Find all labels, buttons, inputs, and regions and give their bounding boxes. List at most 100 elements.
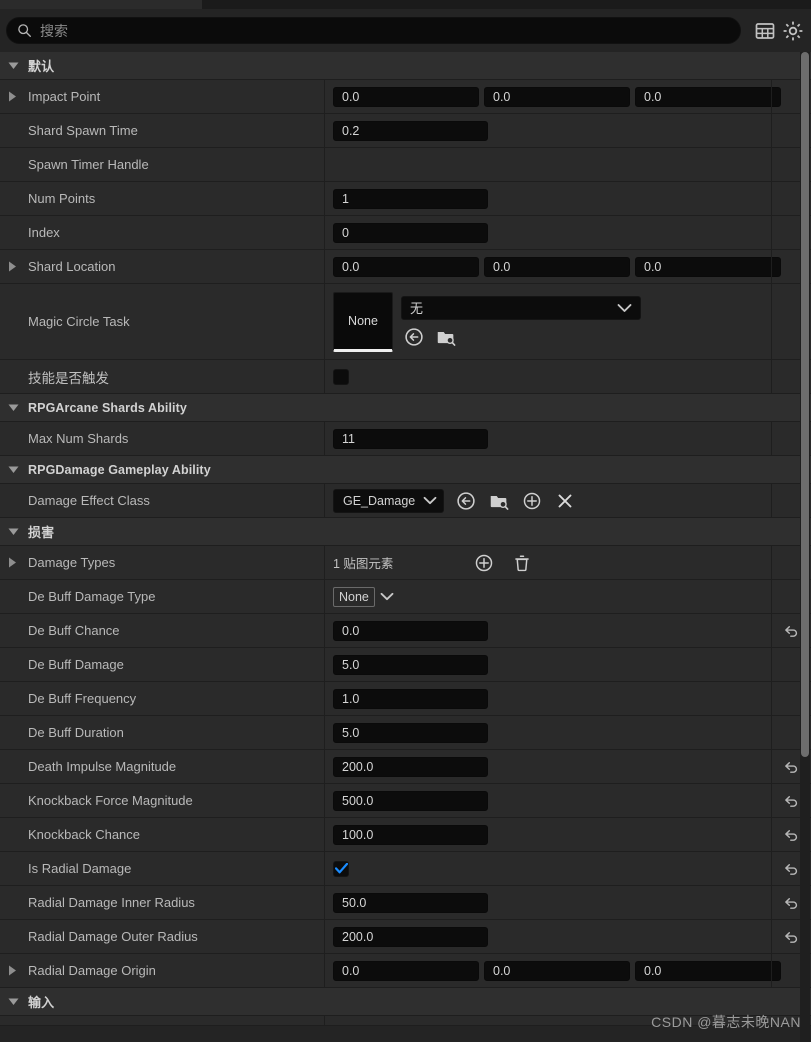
category-header-arcane-shards[interactable]: RPGArcane Shards Ability xyxy=(0,394,811,422)
property-label: De Buff Damage xyxy=(28,657,124,672)
category-header-damage-ability[interactable]: RPGDamage Gameplay Ability xyxy=(0,456,811,484)
expand-arrow-slot[interactable] xyxy=(8,261,28,272)
category-header-input[interactable]: 输入 xyxy=(0,988,811,1016)
number-input[interactable]: 0.0 xyxy=(333,620,488,641)
delete-array-icon[interactable] xyxy=(511,552,533,574)
property-row-index: Index 0 xyxy=(0,216,811,250)
vector-x-input[interactable]: 0.0 xyxy=(333,86,479,107)
number-input[interactable]: 100.0 xyxy=(333,824,488,845)
property-value-cell: 1 贴图元素 xyxy=(325,546,771,579)
property-label: 技能是否触发 xyxy=(28,370,109,386)
chevron-down-icon[interactable] xyxy=(380,592,394,601)
vector-y-input[interactable]: 0.0 xyxy=(484,256,630,277)
vector-x-input[interactable]: 0.0 xyxy=(333,256,479,277)
tab-strip-remainder xyxy=(202,0,811,9)
property-value-cell: None 无 xyxy=(325,284,771,359)
clear-asset-icon[interactable] xyxy=(554,490,576,512)
property-value-cell: 0.2 xyxy=(325,114,771,147)
property-label: Death Impulse Magnitude xyxy=(28,759,177,774)
property-value-cell xyxy=(325,148,771,181)
property-value-cell xyxy=(325,852,771,885)
collapse-triangle-icon xyxy=(8,404,19,411)
scrollbar-thumb[interactable] xyxy=(801,52,809,757)
category-header-default[interactable]: 默认 xyxy=(0,52,811,80)
property-name-cell: Index xyxy=(0,216,325,249)
vector-z-input[interactable]: 0.0 xyxy=(635,960,781,981)
vector-y-input[interactable]: 0.0 xyxy=(484,960,630,981)
property-name-cell: De Buff Chance xyxy=(0,614,325,647)
number-input[interactable]: 5.0 xyxy=(333,722,488,743)
gameplay-tag-picker[interactable]: None xyxy=(333,586,394,607)
number-input[interactable]: 50.0 xyxy=(333,892,488,913)
settings-gear-icon[interactable] xyxy=(781,19,805,43)
details-panel: 默认 Impact Point 0.0 0.0 0.0 xyxy=(0,0,811,1042)
property-name-cell: De Buff Damage xyxy=(0,648,325,681)
vertical-scrollbar[interactable] xyxy=(800,52,810,1042)
property-value-cell: 5.0 xyxy=(325,716,771,749)
revert-to-default-icon xyxy=(785,762,798,773)
collapse-triangle-icon xyxy=(8,62,19,69)
property-row-radial-damage-inner-radius: Radial Damage Inner Radius 50.0 xyxy=(0,886,811,920)
expand-arrow-slot[interactable] xyxy=(8,557,28,568)
property-row-de-buff-damage: De Buff Damage 5.0 xyxy=(0,648,811,682)
category-label: 输入 xyxy=(28,995,55,1010)
property-value-cell: 1 xyxy=(325,182,771,215)
property-value-cell: 0.0 0.0 0.0 xyxy=(325,80,781,113)
property-value-cell: 0.0 0.0 0.0 xyxy=(325,250,781,283)
property-label: Impact Point xyxy=(28,89,101,104)
number-input[interactable]: 5.0 xyxy=(333,654,488,675)
property-label: Radial Damage Inner Radius xyxy=(28,895,195,910)
search-icon xyxy=(18,24,32,38)
column-layout-icon[interactable] xyxy=(753,19,777,43)
revert-to-default-icon xyxy=(785,626,798,637)
browse-asset-icon[interactable] xyxy=(488,490,510,512)
vector-z-input[interactable]: 0.0 xyxy=(635,256,781,277)
vector-x-input[interactable]: 0.0 xyxy=(333,960,479,981)
property-value-cell xyxy=(325,360,771,393)
number-input[interactable]: 0 xyxy=(333,222,488,243)
property-value-cell: 0 xyxy=(325,216,771,249)
asset-thumbnail[interactable]: None xyxy=(333,291,393,352)
vector-input-group: 0.0 0.0 0.0 xyxy=(333,256,781,277)
active-tab-sliver[interactable] xyxy=(0,0,202,9)
property-label: Magic Circle Task xyxy=(28,314,130,329)
asset-combo-value: 无 xyxy=(410,301,424,316)
revert-to-default-icon xyxy=(785,830,798,841)
property-row-shard-spawn-time: Shard Spawn Time 0.2 xyxy=(0,114,811,148)
property-value-cell: 0.0 0.0 0.0 xyxy=(325,954,781,987)
use-selected-asset-icon[interactable] xyxy=(403,326,425,348)
class-combo-value: GE_Damage xyxy=(343,493,416,508)
number-input[interactable]: 200.0 xyxy=(333,926,488,947)
checkbox-skill-triggered[interactable] xyxy=(333,368,349,385)
create-new-asset-icon[interactable] xyxy=(521,490,543,512)
vector-z-input[interactable]: 0.0 xyxy=(635,86,781,107)
vector-y-input[interactable]: 0.0 xyxy=(484,86,630,107)
property-value-cell: 200.0 xyxy=(325,920,771,953)
number-input[interactable]: 1 xyxy=(333,188,488,209)
search-field-wrapper[interactable] xyxy=(6,17,741,44)
property-value-cell xyxy=(325,1016,771,1025)
checkbox-is-radial-damage[interactable] xyxy=(333,860,349,877)
number-input[interactable]: 11 xyxy=(333,428,488,449)
use-selected-asset-icon[interactable] xyxy=(455,490,477,512)
expand-arrow-slot[interactable] xyxy=(8,91,28,102)
property-row-impact-point: Impact Point 0.0 0.0 0.0 xyxy=(0,80,811,114)
property-row-de-buff-damage-type: De Buff Damage Type None xyxy=(0,580,811,614)
number-input[interactable]: 0.2 xyxy=(333,120,488,141)
search-input[interactable] xyxy=(40,22,730,39)
vector-input-group: 0.0 0.0 0.0 xyxy=(333,86,781,107)
expand-arrow-slot[interactable] xyxy=(8,965,28,976)
class-combo-box[interactable]: GE_Damage xyxy=(333,488,445,513)
number-input[interactable]: 500.0 xyxy=(333,790,488,811)
number-input[interactable]: 200.0 xyxy=(333,756,488,777)
number-input[interactable]: 1.0 xyxy=(333,688,488,709)
add-array-element-icon[interactable] xyxy=(473,552,495,574)
property-value-cell: 100.0 xyxy=(325,818,771,851)
category-header-damage[interactable]: 损害 xyxy=(0,518,811,546)
gameplay-tag-value: None xyxy=(333,586,375,607)
browse-asset-icon[interactable] xyxy=(435,326,457,348)
asset-combo-box[interactable]: 无 xyxy=(401,295,641,320)
property-row-max-num-shards: Max Num Shards 11 xyxy=(0,422,811,456)
property-row-shard-location: Shard Location 0.0 0.0 0.0 xyxy=(0,250,811,284)
property-label: Shard Location xyxy=(28,259,116,274)
